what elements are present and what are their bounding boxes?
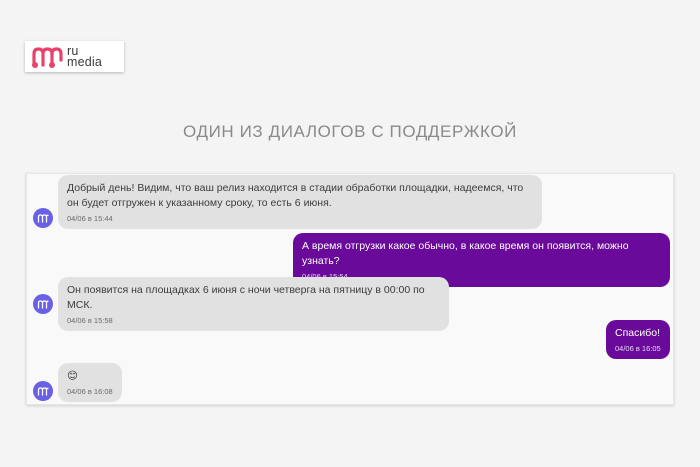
logo-line-media: media <box>67 54 103 69</box>
message-time: 04/06 в 15:58 <box>67 316 113 325</box>
rumedia-avatar-icon <box>37 300 49 309</box>
message-bubble-incoming: Он появится на площадках 6 июня с ночи ч… <box>58 277 449 331</box>
message-time: 04/06 в 16:08 <box>67 387 113 396</box>
rumedia-logo[interactable]: ru media <box>25 41 124 72</box>
smiling-face-emoji: 😊 <box>67 370 78 382</box>
chat-window: Добрый день! Видим, что ваш релиз находи… <box>26 173 674 405</box>
message-text: Добрый день! Видим, что ваш релиз находи… <box>67 182 524 209</box>
message-text: А время отгрузки какое обычно, в какое в… <box>302 240 629 267</box>
rumedia-avatar-icon <box>37 214 49 223</box>
support-avatar <box>33 294 53 314</box>
message-text: Он появится на площадках 6 июня с ночи ч… <box>67 284 425 311</box>
message-time: 04/06 в 16:05 <box>615 344 661 353</box>
support-avatar <box>33 381 53 401</box>
message-time: 04/06 в 15:44 <box>67 214 113 223</box>
logo-wordmark: ru media <box>67 44 103 69</box>
message-text: Спасибо! <box>615 327 660 339</box>
message-bubble-outgoing: Спасибо! 04/06 в 16:05 <box>606 320 670 359</box>
page-title: ОДИН ИЗ ДИАЛОГОВ С ПОДДЕРЖКОЙ <box>183 122 517 141</box>
support-avatar <box>33 208 53 228</box>
rumedia-avatar-icon <box>37 387 49 396</box>
rumedia-logo-icon <box>32 46 63 68</box>
message-bubble-incoming: 😊 04/06 в 16:08 <box>58 363 122 402</box>
message-bubble-incoming: Добрый день! Видим, что ваш релиз находи… <box>58 175 542 229</box>
